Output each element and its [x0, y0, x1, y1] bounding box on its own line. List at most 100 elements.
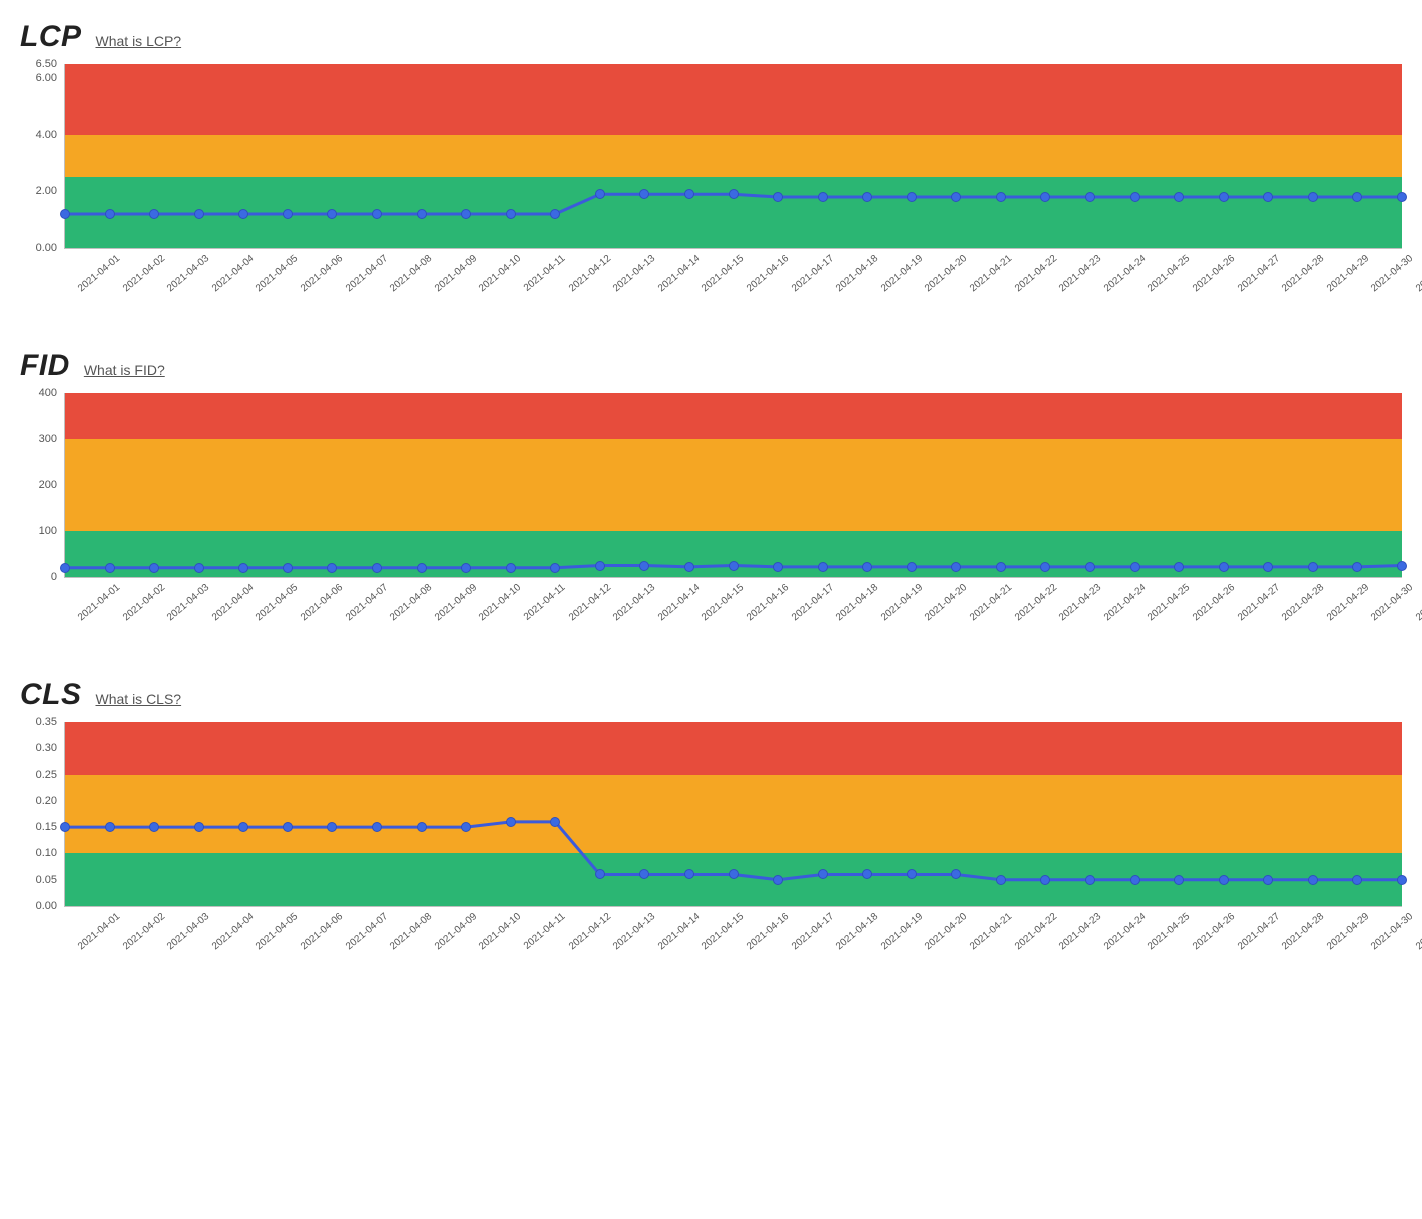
- x-tick-label: 2021-04-19: [879, 911, 925, 952]
- data-point[interactable]: [1130, 875, 1140, 885]
- data-point[interactable]: [506, 563, 516, 573]
- fid-plot-area: 0100200300400: [64, 393, 1402, 578]
- data-point[interactable]: [372, 209, 382, 219]
- y-tick-label: 0: [51, 571, 57, 583]
- x-tick-label: 2021-04-02: [121, 911, 167, 952]
- x-tick-label: 2021-04-29: [1325, 911, 1371, 952]
- x-tick-label: 2021-04-14: [656, 582, 702, 623]
- x-tick-label: 2021-04-27: [1236, 253, 1282, 294]
- x-tick-label: 2021-04-29: [1325, 582, 1371, 623]
- x-tick-label: 2021-04-10: [477, 582, 523, 623]
- data-point[interactable]: [506, 209, 516, 219]
- data-point[interactable]: [996, 192, 1006, 202]
- data-point[interactable]: [372, 563, 382, 573]
- data-point[interactable]: [996, 562, 1006, 572]
- data-point[interactable]: [684, 562, 694, 572]
- data-point[interactable]: [818, 562, 828, 572]
- data-point[interactable]: [729, 869, 739, 879]
- data-point[interactable]: [417, 209, 427, 219]
- data-point[interactable]: [1397, 192, 1407, 202]
- data-point[interactable]: [1130, 562, 1140, 572]
- x-tick-label: 2021-04-23: [1057, 253, 1103, 294]
- data-point[interactable]: [729, 561, 739, 571]
- data-point[interactable]: [506, 817, 516, 827]
- x-tick-label: 2021-04-10: [477, 253, 523, 294]
- x-tick-label: 2021-04-16: [745, 582, 791, 623]
- y-tick-label: 0.15: [36, 821, 57, 833]
- data-point[interactable]: [194, 209, 204, 219]
- data-point[interactable]: [417, 822, 427, 832]
- data-point[interactable]: [60, 209, 70, 219]
- fid-series-line: [65, 393, 1402, 577]
- data-point[interactable]: [1263, 875, 1273, 885]
- data-point[interactable]: [1397, 875, 1407, 885]
- y-tick-label: 100: [39, 525, 57, 537]
- x-tick-label: 2021-04-20: [923, 253, 969, 294]
- what-is-lcp-link[interactable]: What is LCP?: [96, 33, 182, 49]
- fid-x-axis: 2021-04-012021-04-022021-04-032021-04-04…: [64, 578, 1402, 628]
- x-tick-label: 2021-04-13: [611, 253, 657, 294]
- data-point[interactable]: [818, 192, 828, 202]
- data-point[interactable]: [194, 822, 204, 832]
- x-tick-label: 2021-05-01: [1414, 253, 1422, 294]
- x-tick-label: 2021-04-22: [1013, 582, 1059, 623]
- data-point[interactable]: [595, 189, 605, 199]
- x-tick-label: 2021-04-24: [1102, 582, 1148, 623]
- x-tick-label: 2021-04-11: [522, 911, 568, 952]
- x-tick-label: 2021-04-22: [1013, 911, 1059, 952]
- data-point[interactable]: [729, 189, 739, 199]
- data-point[interactable]: [1308, 192, 1318, 202]
- data-point[interactable]: [194, 563, 204, 573]
- data-point[interactable]: [1174, 562, 1184, 572]
- data-point[interactable]: [907, 192, 917, 202]
- x-tick-label: 2021-04-30: [1369, 253, 1415, 294]
- x-tick-label: 2021-04-05: [254, 253, 300, 294]
- data-point[interactable]: [1085, 192, 1095, 202]
- data-point[interactable]: [1308, 875, 1318, 885]
- cls-x-axis: 2021-04-012021-04-022021-04-032021-04-04…: [64, 907, 1402, 957]
- data-point[interactable]: [1085, 875, 1095, 885]
- data-point[interactable]: [773, 562, 783, 572]
- x-tick-label: 2021-04-18: [834, 253, 880, 294]
- x-tick-label: 2021-04-25: [1146, 582, 1192, 623]
- data-point[interactable]: [105, 563, 115, 573]
- data-point[interactable]: [1174, 875, 1184, 885]
- data-point[interactable]: [1130, 192, 1140, 202]
- data-point[interactable]: [1397, 561, 1407, 571]
- data-point[interactable]: [1219, 192, 1229, 202]
- data-point[interactable]: [417, 563, 427, 573]
- data-point[interactable]: [595, 561, 605, 571]
- data-point[interactable]: [149, 563, 159, 573]
- x-tick-label: 2021-04-12: [567, 582, 613, 623]
- data-point[interactable]: [60, 563, 70, 573]
- x-tick-label: 2021-04-15: [700, 911, 746, 952]
- what-is-fid-link[interactable]: What is FID?: [84, 362, 165, 378]
- cls-panel: CLSWhat is CLS?0.000.050.100.150.200.250…: [20, 678, 1402, 957]
- data-point[interactable]: [283, 209, 293, 219]
- data-point[interactable]: [105, 822, 115, 832]
- x-tick-label: 2021-04-30: [1369, 911, 1415, 952]
- cls-panel-header: CLSWhat is CLS?: [20, 678, 1402, 712]
- x-tick-label: 2021-04-18: [834, 582, 880, 623]
- data-point[interactable]: [283, 563, 293, 573]
- data-point[interactable]: [862, 562, 872, 572]
- data-point[interactable]: [105, 209, 115, 219]
- data-point[interactable]: [773, 875, 783, 885]
- data-point[interactable]: [283, 822, 293, 832]
- x-tick-label: 2021-05-01: [1414, 911, 1422, 952]
- data-point[interactable]: [1219, 562, 1229, 572]
- data-point[interactable]: [996, 875, 1006, 885]
- x-tick-label: 2021-04-11: [522, 582, 568, 623]
- x-tick-label: 2021-04-20: [923, 582, 969, 623]
- data-point[interactable]: [907, 562, 917, 572]
- data-point[interactable]: [1219, 875, 1229, 885]
- what-is-cls-link[interactable]: What is CLS?: [96, 691, 182, 707]
- data-point[interactable]: [1308, 562, 1318, 572]
- x-tick-label: 2021-04-04: [210, 911, 256, 952]
- data-point[interactable]: [550, 563, 560, 573]
- data-point[interactable]: [1085, 562, 1095, 572]
- data-point[interactable]: [461, 563, 471, 573]
- lcp-x-axis: 2021-04-012021-04-022021-04-032021-04-04…: [64, 249, 1402, 299]
- data-point[interactable]: [639, 561, 649, 571]
- x-tick-label: 2021-04-02: [121, 582, 167, 623]
